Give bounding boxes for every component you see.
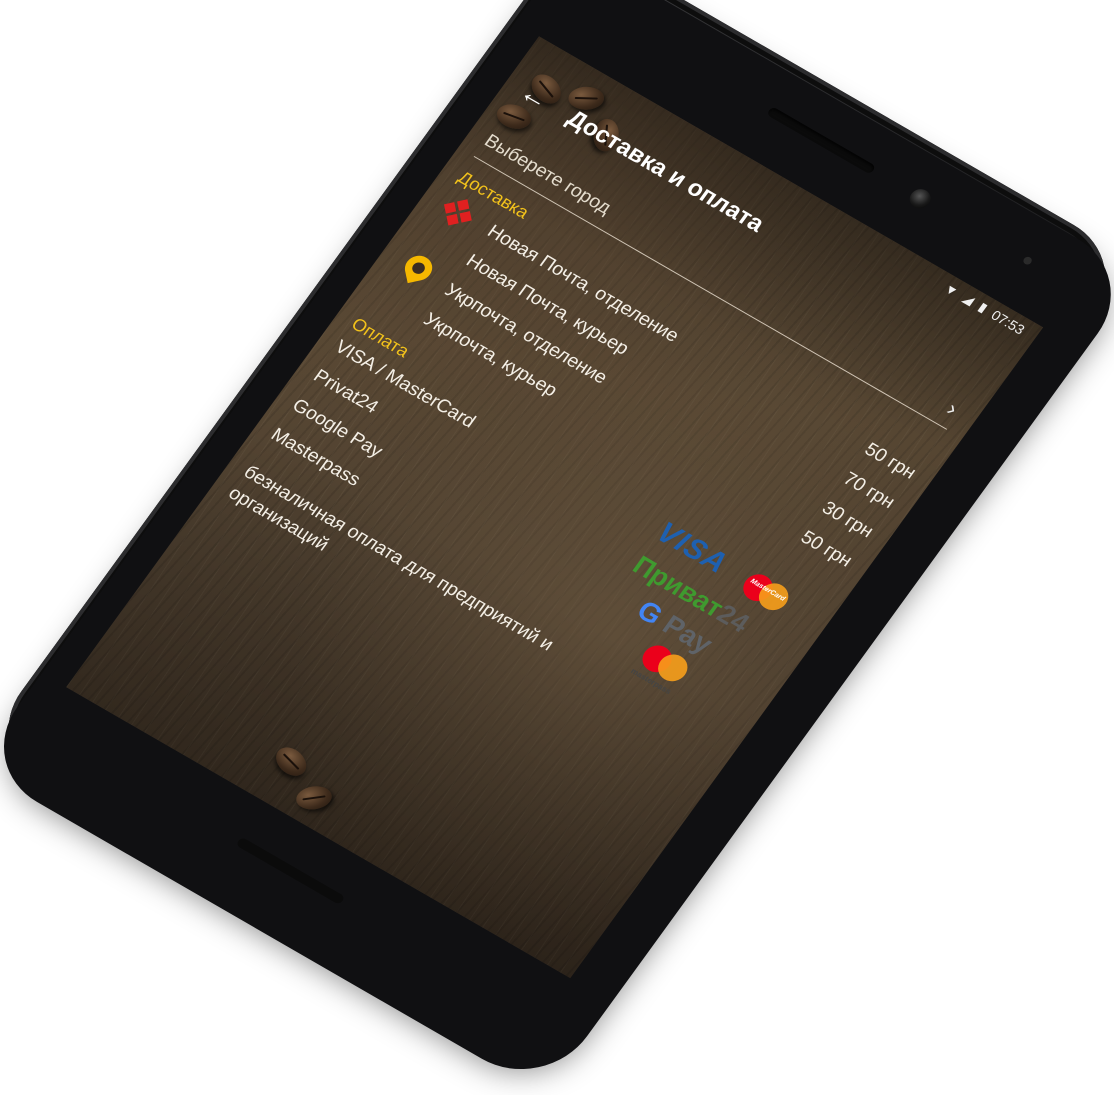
phone-device: ▼ ◢ ▮ 07:53 ← Доставка и оплата Выберете… [0,0,1114,1095]
wifi-icon: ▼ [941,280,962,299]
back-arrow-icon[interactable]: ← [512,75,559,117]
battery-icon: ▮ [975,299,991,316]
signal-icon: ◢ [960,290,978,308]
